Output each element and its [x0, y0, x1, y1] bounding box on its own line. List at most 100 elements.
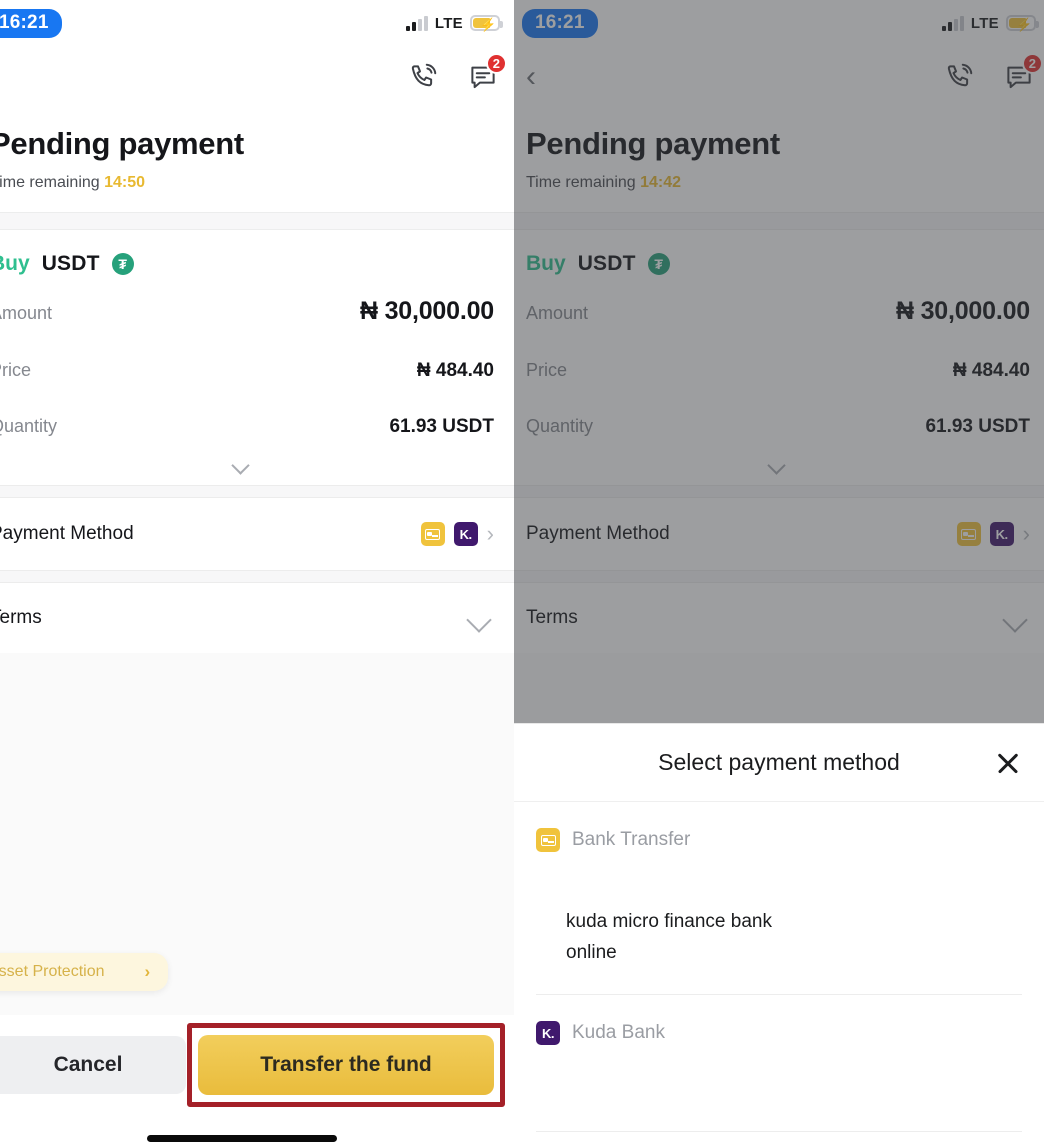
status-indicators: LTE ⚡: [405, 14, 503, 32]
order-side-row: Buy USDT ₮: [526, 230, 1030, 280]
list-item-kuda-bank[interactable]: K. Kuda Bank: [536, 995, 1022, 1045]
kuda-bank-icon: K.: [453, 522, 478, 546]
bank-transfer-icon: [536, 828, 560, 852]
kuda-bank-icon: K.: [989, 522, 1014, 546]
chevron-down-icon: [1004, 611, 1030, 626]
time-remaining-label: Time remaining: [0, 174, 100, 191]
terms-row[interactable]: Terms: [514, 583, 1044, 653]
order-row-value: ₦ 30,000.00: [895, 297, 1030, 325]
order-row-value: ₦ 484.40: [416, 360, 494, 381]
signal-strength-icon: [405, 15, 428, 31]
phone-screen-left: 16:21 LTE ⚡ ‹: [0, 0, 522, 1144]
order-row-label: Price: [0, 360, 32, 380]
network-type-label: LTE: [434, 14, 463, 32]
payment-method-label: Payment Method: [0, 523, 134, 544]
order-expand-toggle[interactable]: [526, 455, 1030, 485]
asset-protection-label: Asset Protection: [0, 963, 105, 980]
cancel-button[interactable]: Cancel: [0, 1036, 186, 1094]
bank-transfer-icon: [420, 522, 445, 546]
list-item-bank-transfer[interactable]: Bank Transfer: [536, 802, 1022, 852]
tether-icon: ₮: [111, 253, 134, 275]
order-expand-toggle[interactable]: [0, 455, 494, 485]
order-side-row: Buy USDT ₮: [0, 230, 494, 280]
terms-row[interactable]: Terms: [0, 583, 522, 653]
order-row-value: 61.93 USDT: [925, 416, 1030, 437]
detail-line: kuda micro finance bank: [566, 911, 772, 932]
tether-icon: ₮: [647, 253, 670, 275]
payment-method-label: Payment Method: [526, 523, 670, 544]
transfer-the-fund-button[interactable]: Transfer the fund: [198, 1035, 494, 1095]
phone-call-icon[interactable]: [408, 62, 438, 92]
asset-protection-area: Asset Protection ›: [0, 953, 522, 991]
page-header-left: Pending payment Time remaining 14:50: [0, 108, 522, 192]
payment-method-row[interactable]: Payment Method K. ›: [0, 498, 522, 570]
terms-label: Terms: [526, 607, 578, 628]
chat-bubble-icon[interactable]: 2: [1004, 53, 1043, 92]
section-divider: [514, 570, 1044, 583]
order-row-label: Amount: [0, 303, 53, 323]
section-divider: [0, 212, 522, 230]
screenshot-stage: 16:21 LTE ⚡ ‹: [0, 0, 1044, 1144]
order-coin-label: USDT: [577, 252, 636, 275]
payment-method-name: Bank Transfer: [572, 829, 691, 850]
status-bar-right: 16:21 LTE ⚡: [514, 0, 1044, 46]
chat-bubble-icon[interactable]: 2: [468, 53, 507, 92]
payment-method-row[interactable]: Payment Method K. ›: [514, 498, 1044, 570]
signal-strength-icon: [941, 15, 964, 31]
action-footer: Cancel Transfer the fund: [0, 1015, 522, 1113]
nav-bar-left: ‹ 2: [0, 46, 522, 108]
order-row-label: Quantity: [0, 416, 58, 436]
close-icon[interactable]: [995, 750, 1021, 776]
network-type-label: LTE: [970, 14, 999, 32]
bank-transfer-details: kuda micro finance bank online: [536, 852, 1022, 968]
status-indicators: LTE ⚡: [941, 14, 1039, 32]
sheet-title: Select payment method: [658, 749, 900, 775]
order-row-label: Quantity: [526, 416, 594, 436]
order-side-label: Buy: [0, 252, 30, 275]
page-header-right: Pending payment Time remaining 14:42: [514, 108, 1044, 192]
sheet-header: Select payment method: [514, 724, 1044, 802]
chevron-right-icon: ›: [1022, 521, 1030, 546]
home-indicator: [0, 1113, 522, 1142]
payment-method-list: Bank Transfer kuda micro finance bank on…: [514, 802, 1044, 1132]
section-divider: [514, 485, 1044, 498]
order-row-amount: Amount ₦ 30,000.00: [0, 280, 494, 343]
status-clock: 16:21: [0, 8, 62, 38]
order-summary-card: Buy USDT ₮ Amount ₦ 30,000.00 Price ₦ 48…: [0, 230, 522, 485]
order-row-value: 61.93 USDT: [389, 416, 494, 437]
select-payment-method-sheet: Select payment method Bank Transfer kuda…: [514, 723, 1044, 1144]
page-title: Pending payment: [0, 126, 244, 161]
chevron-right-icon: ›: [144, 962, 151, 981]
order-row-quantity: Quantity 61.93 USDT: [0, 399, 494, 455]
status-bar-left: 16:21 LTE ⚡: [0, 0, 522, 46]
chevron-down-icon: [769, 459, 787, 469]
content-filler: [0, 991, 522, 1015]
nav-bar-right: ‹ 2: [514, 46, 1044, 108]
order-side-label: Buy: [526, 252, 566, 275]
time-remaining: Time remaining 14:50: [0, 174, 494, 192]
phone-call-icon[interactable]: [944, 62, 974, 92]
order-row-label: Price: [526, 360, 568, 380]
order-row-price: Price ₦ 484.40: [526, 343, 1030, 399]
page-title: Pending payment: [526, 126, 780, 161]
chevron-right-icon: ›: [486, 521, 494, 546]
chat-unread-badge: 2: [485, 53, 507, 74]
terms-label: Terms: [0, 607, 42, 628]
back-button[interactable]: ‹: [526, 62, 536, 92]
order-summary-card: Buy USDT ₮ Amount ₦ 30,000.00 Price ₦ 48…: [514, 230, 1044, 485]
time-remaining-value: 14:42: [640, 174, 682, 191]
order-row-quantity: Quantity 61.93 USDT: [526, 399, 1030, 455]
home-indicator: [514, 1132, 1044, 1144]
chat-unread-badge: 2: [1021, 53, 1043, 74]
order-row-amount: Amount ₦ 30,000.00: [526, 280, 1030, 343]
asset-protection-banner[interactable]: Asset Protection ›: [0, 953, 169, 991]
order-coin-label: USDT: [41, 252, 100, 275]
battery-charging-icon: ⚡: [470, 15, 503, 32]
status-clock: 16:21: [522, 8, 598, 38]
section-divider: [0, 485, 522, 498]
payment-method-name: Kuda Bank: [572, 1022, 665, 1043]
section-divider: [0, 570, 522, 583]
section-divider: [514, 212, 1044, 230]
detail-line: online: [566, 942, 617, 963]
time-remaining-label: Time remaining: [526, 174, 636, 191]
